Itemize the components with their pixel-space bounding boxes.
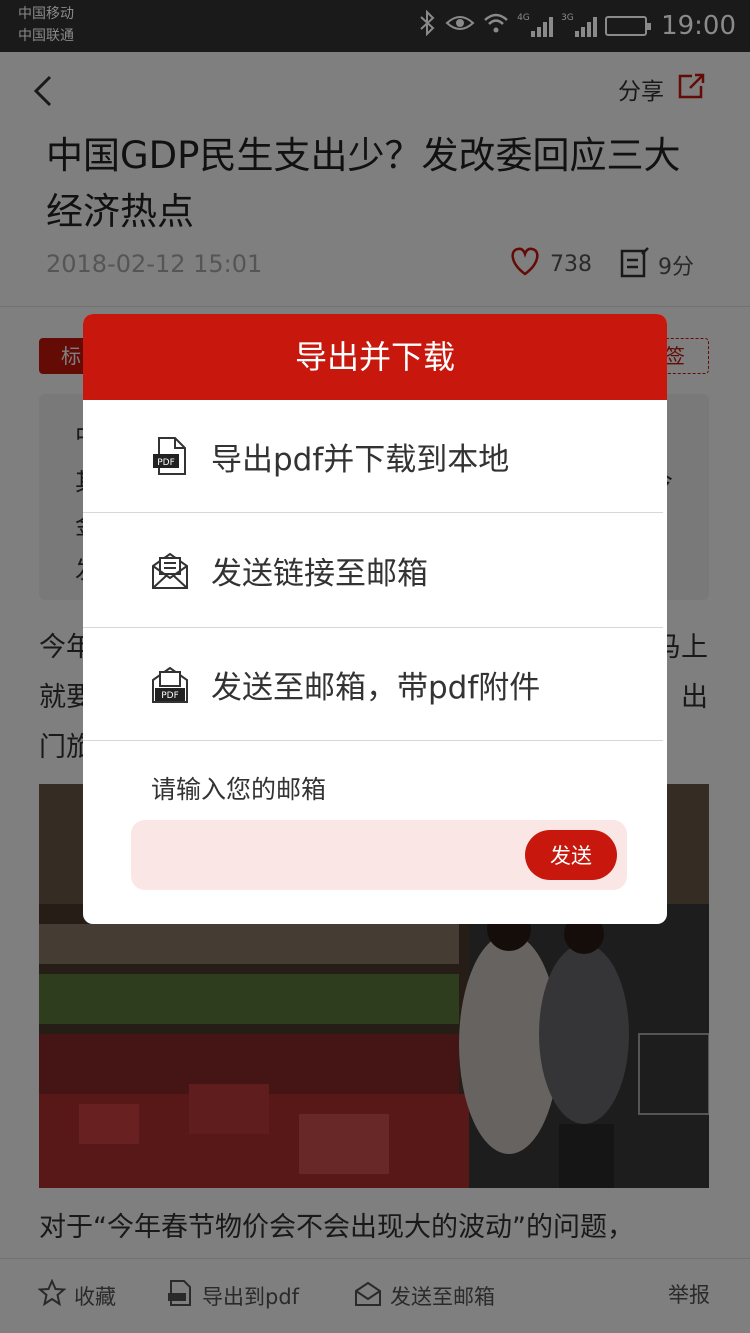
email-input[interactable] [147, 834, 507, 876]
bluetooth-icon [419, 9, 437, 42]
status-bar: 中国移动 中国联通 4G 3G 19:00 [0, 0, 750, 52]
carrier-2: 中国联通 [18, 28, 74, 44]
signal-1-icon: 4G [517, 13, 554, 37]
pdf-file-icon: PDF [151, 436, 189, 476]
svg-text:PDF: PDF [157, 458, 175, 468]
carrier-1: 中国移动 [18, 6, 74, 22]
option-export-pdf-local[interactable]: PDF 导出pdf并下载到本地 [83, 400, 663, 513]
signal-2-icon: 3G [561, 13, 598, 37]
export-dialog: 导出并下载 PDF 导出pdf并下载到本地 发送链接至邮箱 PDF 发送至邮箱，… [83, 314, 667, 924]
eye-icon [445, 13, 475, 39]
mail-pdf-icon: PDF [151, 664, 189, 704]
option-send-pdf-label: 发送至邮箱，带pdf附件 [211, 669, 541, 706]
svg-text:PDF: PDF [161, 691, 179, 701]
option-send-pdf-email[interactable]: PDF 发送至邮箱，带pdf附件 [83, 628, 663, 741]
mail-envelope-icon [151, 550, 189, 590]
clock: 19:00 [661, 11, 736, 41]
send-button[interactable]: 发送 [525, 830, 617, 880]
option-send-link-email[interactable]: 发送链接至邮箱 [83, 513, 663, 628]
email-input-row: 发送 [131, 820, 627, 890]
network-2-label: 3G [561, 13, 574, 23]
option-export-pdf-label: 导出pdf并下载到本地 [211, 441, 510, 478]
wifi-icon [483, 12, 509, 40]
email-label: 请输入您的邮箱 [151, 775, 327, 804]
network-1-label: 4G [517, 13, 530, 23]
dialog-title: 导出并下载 [83, 314, 667, 400]
status-icons: 4G 3G 19:00 [419, 8, 736, 44]
battery-icon [605, 16, 652, 36]
option-send-link-label: 发送链接至邮箱 [211, 555, 428, 592]
